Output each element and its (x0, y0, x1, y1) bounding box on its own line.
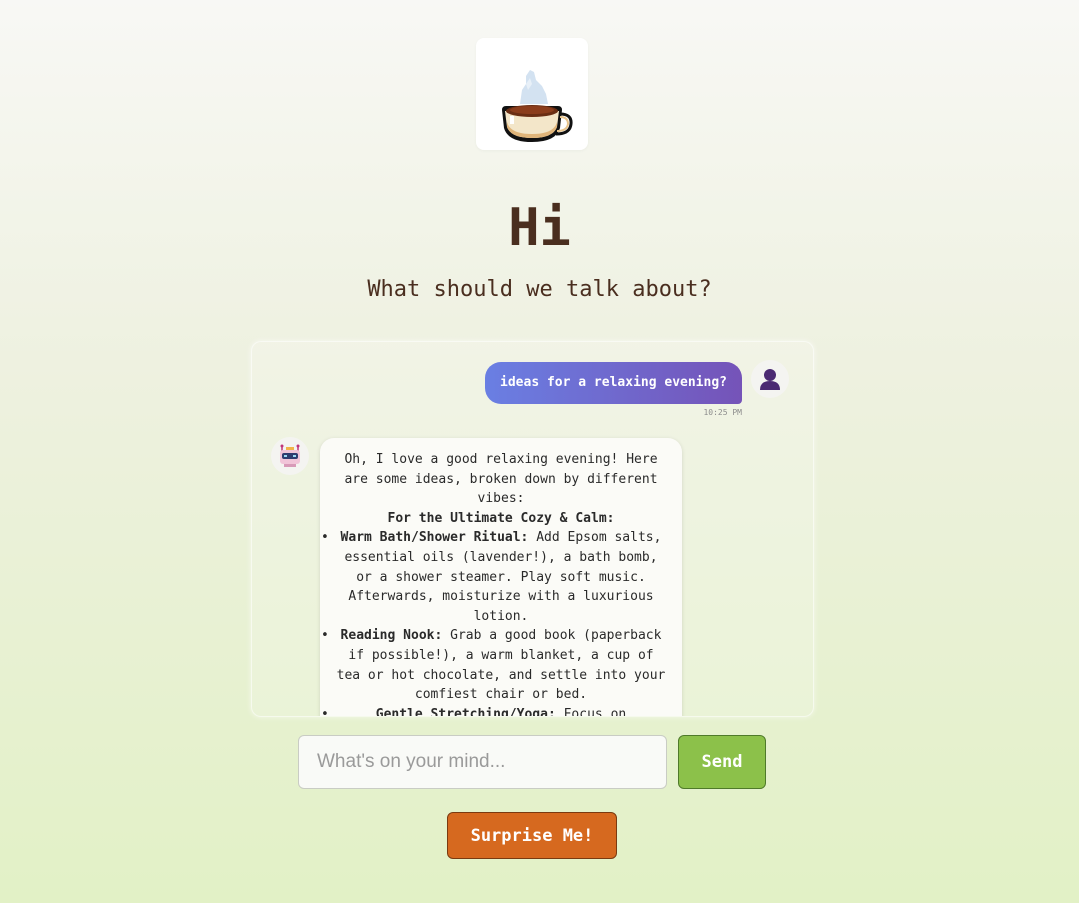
list-item: • Gentle Stretching/Yoga: Focus on (321, 706, 627, 717)
user-message-bubble: ideas for a relaxing evening? (485, 362, 742, 404)
message-input[interactable] (298, 735, 667, 789)
bot-message-bubble: Oh, I love a good relaxing evening! Here… (320, 438, 682, 717)
send-button[interactable]: Send (678, 735, 766, 789)
robot-icon (280, 444, 300, 467)
bot-message-intro: Oh, I love a good relaxing evening! Here… (344, 452, 658, 507)
bot-section-title: For the Ultimate Cozy & Calm: (387, 510, 615, 526)
chat-panel[interactable]: ideas for a relaxing evening? 10:25 PM O… (251, 341, 814, 717)
message-timestamp: 10:25 PM (703, 408, 742, 417)
greeting-subtitle: What should we talk about? (367, 277, 712, 302)
user-silhouette-icon (760, 369, 780, 390)
user-avatar (751, 360, 789, 398)
list-item: • Warm Bath/Shower Ritual: Add Epsom salt… (321, 530, 662, 624)
surprise-me-button[interactable]: Surprise Me! (447, 812, 617, 859)
coffee-cup-icon (502, 70, 573, 142)
greeting-title: Hi (508, 198, 571, 258)
bot-idea-list: • Warm Bath/Shower Ritual: Add Epsom salt… (321, 528, 668, 717)
list-item: • Reading Nook: Grab a good book (paperba… (321, 628, 666, 703)
bot-avatar (271, 437, 309, 475)
app-logo (476, 38, 588, 150)
